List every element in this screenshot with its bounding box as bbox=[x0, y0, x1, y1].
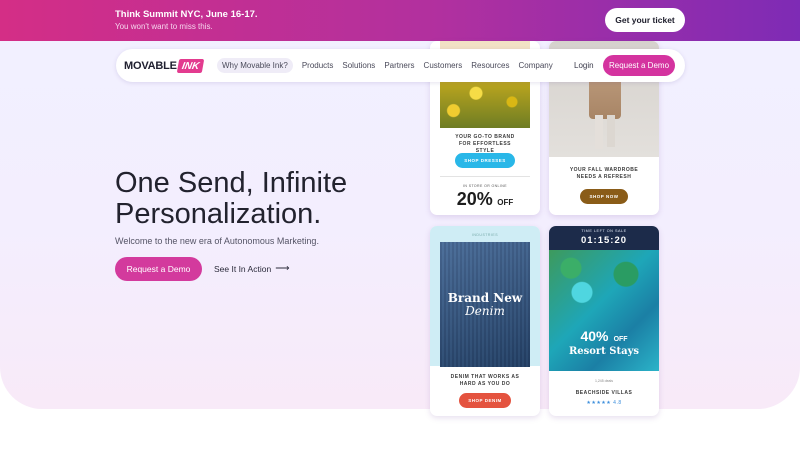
email-card-resort: TIME LEFT ON SALE 01:15:20 40% OFF Resor… bbox=[549, 226, 659, 416]
brand-line-2: Denim bbox=[465, 304, 505, 318]
dresses-tagline: YOUR GO-TO BRAND FOR EFFORTLESS STYLE bbox=[455, 134, 515, 154]
banner-subtitle: You won't want to miss this. bbox=[115, 22, 213, 31]
time-left-label: TIME LEFT ON SALE bbox=[581, 229, 627, 233]
login-link[interactable]: Login bbox=[574, 61, 594, 70]
nav-menu: Why Movable Ink? Products Solutions Part… bbox=[217, 49, 562, 82]
resort-deals-count: 1,245 deals bbox=[594, 379, 614, 383]
flowers-image-top bbox=[440, 41, 530, 49]
nav-item-partners[interactable]: Partners bbox=[384, 61, 414, 70]
nav-item-customers[interactable]: Customers bbox=[424, 61, 463, 70]
leg-figure bbox=[595, 115, 603, 149]
email-card-denim: INDUSTRIES Brand New Denim DENIM THAT WO… bbox=[430, 226, 540, 416]
see-action-label: See It In Action bbox=[214, 263, 272, 274]
shop-denim-button[interactable]: SHOP DENIM bbox=[459, 393, 511, 408]
shop-now-button[interactable]: SHOP NOW bbox=[580, 189, 628, 204]
hero-headline: One Send, Infinite Personalization. bbox=[115, 168, 415, 230]
shop-dresses-button[interactable]: SHOP DRESSES bbox=[455, 153, 515, 168]
brand-line-1: Brand New bbox=[447, 291, 523, 305]
get-ticket-button[interactable]: Get your ticket bbox=[605, 8, 685, 32]
nav-item-why-movable-ink[interactable]: Why Movable Ink? bbox=[217, 58, 293, 73]
logo-text: MOVABLE bbox=[124, 60, 177, 72]
banner-title[interactable]: Think Summit NYC, June 16-17. bbox=[115, 9, 258, 20]
hero-subtext: Welcome to the new era of Autonomous Mar… bbox=[115, 236, 319, 246]
movable-ink-logo[interactable]: MOVABLE INK bbox=[124, 59, 205, 73]
resort-stays-title: Resort Stays bbox=[568, 346, 640, 357]
logo-ink: INK bbox=[176, 59, 205, 73]
leg-figure bbox=[607, 115, 615, 147]
nav-item-products[interactable]: Products bbox=[302, 61, 334, 70]
nav-request-demo-button[interactable]: Request a Demo bbox=[603, 55, 675, 76]
main-navbar: MOVABLE INK Why Movable Ink? Products So… bbox=[116, 49, 685, 82]
dresses-discount-off: OFF bbox=[497, 198, 514, 207]
hero-request-demo-button[interactable]: Request a Demo bbox=[115, 257, 202, 281]
fall-tagline: YOUR FALL WARDROBE NEEDS A REFRESH bbox=[569, 167, 639, 180]
nav-item-company[interactable]: Company bbox=[518, 61, 552, 70]
dresses-discount-percent: 20% bbox=[456, 189, 493, 209]
nav-item-solutions[interactable]: Solutions bbox=[342, 61, 375, 70]
resort-discount-off: OFF bbox=[613, 336, 628, 343]
promo-banner: Think Summit NYC, June 16-17. You won't … bbox=[0, 0, 800, 41]
countdown-timer: 01:15:20 bbox=[580, 235, 628, 246]
star-rating: ★★★★★ 4.8 bbox=[586, 400, 622, 406]
denim-tagline: DENIM THAT WORKS AS HARD AS YOU DO bbox=[450, 374, 520, 387]
resort-offer: 40% OFF Resort Stays bbox=[549, 326, 659, 357]
brand-new-denim-title: Brand New Denim bbox=[430, 292, 540, 318]
resort-discount-percent: 40% bbox=[580, 328, 609, 344]
beachside-villas-label: BEACHSIDE VILLAS bbox=[575, 390, 633, 396]
headline-line-1: One Send, Infinite bbox=[115, 167, 348, 199]
instore-online-label: IN STORE OR ONLINE bbox=[463, 184, 507, 188]
nav-item-resources[interactable]: Resources bbox=[471, 61, 509, 70]
denim-small-label: INDUSTRIES bbox=[471, 233, 499, 237]
headline-line-2: Personalization. bbox=[115, 198, 322, 230]
dresses-discount: 20% OFF bbox=[430, 189, 540, 210]
arrow-right-icon: ⟶ bbox=[275, 263, 290, 274]
see-it-in-action-link[interactable]: See It In Action ⟶ bbox=[214, 263, 290, 274]
card-divider bbox=[440, 176, 530, 177]
